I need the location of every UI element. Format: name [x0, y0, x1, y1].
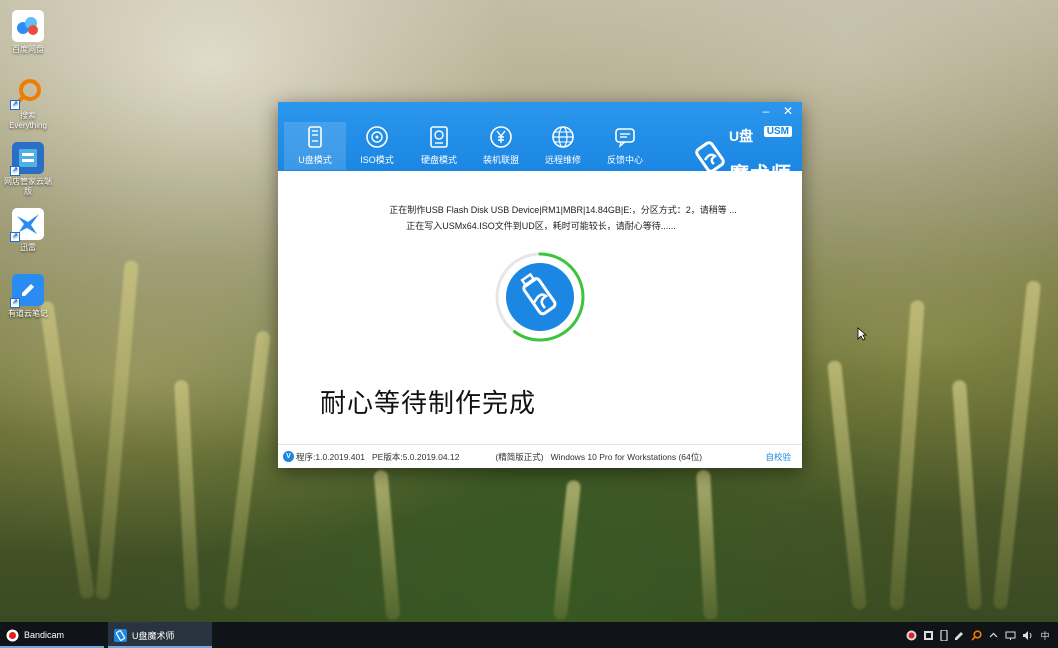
- wheat-stalk: [95, 260, 139, 600]
- tab-label: 装机联盟: [482, 155, 519, 165]
- tab-label: ISO模式: [360, 155, 394, 165]
- brand-u-text: U盘: [729, 128, 754, 144]
- os-label: Windows 10 Pro for Workstations (64位): [550, 451, 703, 462]
- window-statusbar: V 程序:1.0.2019.401 PE版本:5.0.2019.04.12 (精…: [278, 444, 802, 468]
- tab-alliance[interactable]: 装机联盟: [470, 122, 532, 170]
- pe-version: PE版本:5.0.2019.04.12: [372, 451, 460, 462]
- desktop-icon-label: 网店管家云端版: [4, 177, 52, 196]
- task-label: Bandicam: [24, 630, 65, 640]
- yen-coin-icon: [490, 126, 512, 148]
- disc-icon: [366, 126, 388, 148]
- edition-label: (精简版正式): [495, 451, 544, 462]
- wheat-stalk: [696, 469, 718, 621]
- wheat-stalk: [222, 330, 272, 610]
- tab-label: U盘模式: [298, 155, 332, 165]
- desktop-icon-xunlei[interactable]: ↗ 迅雷: [4, 208, 52, 253]
- desktop-icon-everything[interactable]: ↗ 搜索 Everything: [4, 76, 52, 131]
- tab-feedback[interactable]: 反馈中心: [594, 122, 656, 170]
- flag-icon[interactable]: [923, 630, 934, 641]
- everything-search-icon: ↗: [10, 76, 44, 110]
- status-line-partition: 正在制作USB Flash Disk USB Device|RM1|MBR|14…: [389, 205, 737, 215]
- tab-hdd-mode[interactable]: 硬盘模式: [408, 122, 470, 170]
- tab-label: 硬盘模式: [420, 155, 457, 165]
- tab-remote-repair[interactable]: 远程维修: [532, 122, 594, 170]
- usb-drive-icon: [308, 126, 322, 148]
- shortcut-arrow-icon: ↗: [10, 232, 20, 242]
- volume-icon[interactable]: [1022, 630, 1034, 641]
- minimize-button[interactable]: –: [756, 104, 776, 118]
- desktop-icon-label: 有道云笔记: [8, 309, 48, 318]
- record-icon[interactable]: [906, 630, 917, 641]
- wheat-stalk: [173, 379, 201, 611]
- desktop-icon-label: 百度网盘: [12, 45, 44, 54]
- youdao-note-icon: ↗: [10, 274, 44, 308]
- desktop-icon-youdao[interactable]: ↗ 有道云笔记: [4, 274, 52, 319]
- progress-ring: [495, 252, 585, 342]
- wheat-stalk: [889, 299, 925, 611]
- wheat-stalk: [39, 300, 95, 600]
- desktop-icon-label: 迅雷: [20, 243, 36, 252]
- mouse-cursor-icon: [857, 327, 867, 341]
- taskbar-item-usm[interactable]: U盘魔术师: [108, 622, 212, 648]
- shortcut-arrow-icon: ↗: [10, 298, 20, 308]
- usb-eject-icon[interactable]: [940, 629, 948, 641]
- pen-icon[interactable]: [954, 630, 965, 641]
- window-content: 正在制作USB Flash Disk USB Device|RM1|MBR|14…: [278, 171, 802, 446]
- usm-window: – ✕ U盘模式 ISO模式 硬盘模式 装机联盟 远程维修 反馈中心 U盘 US…: [278, 102, 802, 468]
- status-line-writing: 正在写入USMx64.ISO文件到UD区，耗时可能较长，请耐心等待......: [406, 221, 676, 231]
- taskbar: Bandicam U盘魔术师 中: [0, 622, 1058, 648]
- program-version: 程序:1.0.2019.401: [296, 451, 365, 462]
- version-badge-icon: V: [283, 451, 294, 462]
- wait-message: 耐心等待制作完成: [320, 388, 537, 418]
- globe-icon: [552, 126, 574, 148]
- taskbar-item-bandicam[interactable]: Bandicam: [0, 622, 104, 648]
- desktop-icon-baidu-netdisk[interactable]: 百度网盘: [4, 10, 52, 55]
- search-tray-icon[interactable]: [971, 629, 982, 641]
- close-button[interactable]: ✕: [778, 104, 798, 118]
- desktop-icon-label: 搜索 Everything: [9, 111, 47, 130]
- wheat-stalk: [826, 359, 868, 611]
- mode-tabs: U盘模式 ISO模式 硬盘模式 装机联盟 远程维修 反馈中心: [284, 122, 656, 170]
- self-check-link[interactable]: 自校验: [765, 451, 791, 463]
- shortcut-arrow-icon: ↗: [10, 100, 20, 110]
- hard-disk-icon: [430, 126, 448, 148]
- baidu-netdisk-icon: [12, 10, 44, 42]
- wheat-stalk: [951, 379, 983, 611]
- chat-icon: [615, 128, 635, 148]
- ime-indicator[interactable]: 中: [1040, 630, 1050, 641]
- wangdian-guanjia-icon: ↗: [10, 142, 44, 176]
- brand-usm-badge: USM: [763, 126, 792, 137]
- xunlei-icon: ↗: [10, 208, 44, 242]
- system-tray: 中: [906, 622, 1050, 648]
- chevron-up-icon[interactable]: [988, 630, 999, 641]
- desktop-icon-wangdian[interactable]: ↗ 网店管家云端版: [4, 142, 52, 197]
- wheat-stalk: [992, 280, 1042, 610]
- usm-center-badge: [506, 263, 574, 331]
- task-label: U盘魔术师: [132, 630, 175, 641]
- tab-label: 远程维修: [544, 155, 581, 165]
- usm-app-icon: [114, 628, 127, 642]
- tab-usb-mode[interactable]: U盘模式: [284, 122, 346, 170]
- wheat-stalk: [552, 479, 582, 621]
- window-titlebar: – ✕ U盘模式 ISO模式 硬盘模式 装机联盟 远程维修 反馈中心 U盘 US…: [278, 102, 802, 186]
- bandicam-icon: [6, 629, 19, 641]
- tab-iso-mode[interactable]: ISO模式: [346, 122, 408, 170]
- network-icon[interactable]: [1005, 630, 1016, 641]
- usm-logo-icon: [695, 140, 725, 173]
- shortcut-arrow-icon: ↗: [10, 166, 20, 176]
- wheat-stalk: [373, 469, 401, 621]
- tab-label: 反馈中心: [606, 155, 643, 165]
